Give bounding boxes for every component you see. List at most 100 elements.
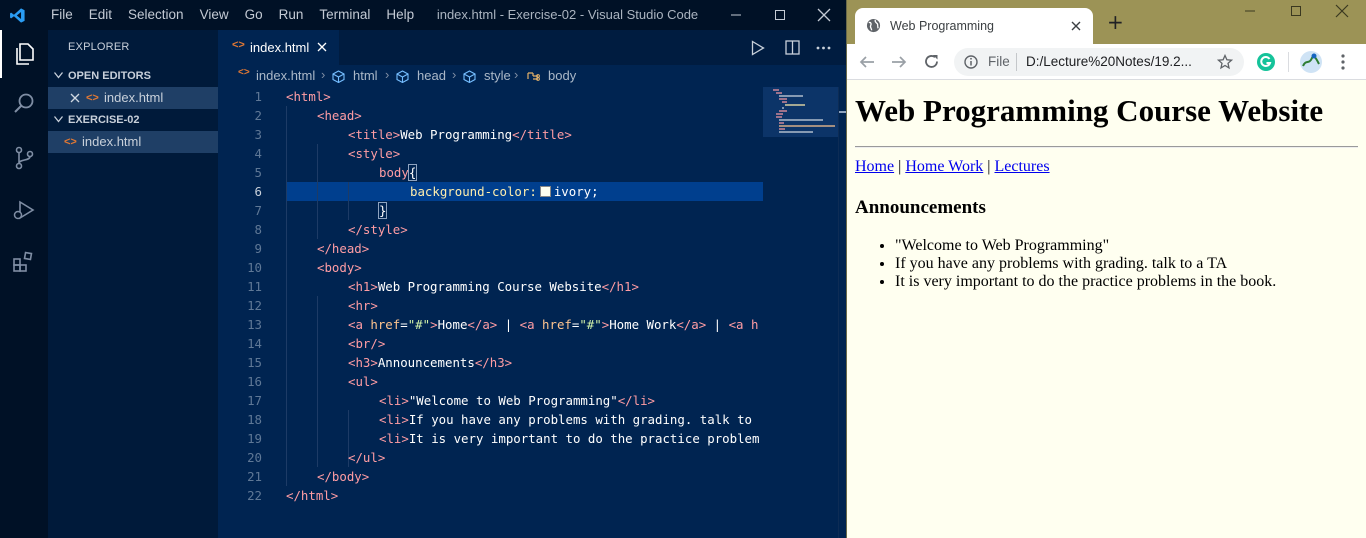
code-token: <li>	[379, 412, 409, 427]
folder-file-item[interactable]: <> index.html	[48, 131, 218, 153]
code-token: If you have any problems with grading. t…	[408, 412, 752, 427]
list-item: It is very important to do the practice …	[895, 273, 1358, 291]
close-window-button[interactable]	[802, 0, 846, 30]
breadcrumb-head[interactable]: head	[417, 68, 446, 83]
menu-file[interactable]: File	[43, 0, 81, 30]
code-token: <a h	[728, 317, 759, 332]
star-icon[interactable]	[1217, 54, 1233, 70]
html-file-icon: <>	[86, 92, 99, 104]
close-icon[interactable]	[1071, 21, 1081, 31]
menu-kebab-icon[interactable]	[1341, 54, 1345, 70]
run-icon[interactable]	[751, 40, 765, 56]
code-token: =	[400, 317, 408, 332]
code-line: <h1>Web Programming Course Website</h1>	[348, 277, 639, 296]
editor-tab[interactable]: <> index.html	[218, 30, 339, 65]
editor-area: <> index.html <> index.html › html › hea…	[218, 30, 846, 538]
code-token: <li>	[379, 431, 409, 446]
back-icon[interactable]	[859, 54, 875, 70]
minimize-button[interactable]	[714, 0, 758, 30]
code-token: <hr>	[348, 298, 378, 313]
explorer-title: EXPLORER	[68, 41, 130, 53]
chevron-down-icon	[54, 72, 63, 79]
grammarly-icon[interactable]	[1256, 52, 1276, 72]
line-number: 20	[247, 450, 262, 465]
browser-toolbar: File D:/Lecture%20Notes/19.2...	[847, 44, 1366, 80]
code-line: <li>"Welcome to Web Programming"</li>	[379, 391, 655, 410]
code-editor[interactable]: 1 2 3 4 5 6 7 8 9 10 11 12 13 14 15 16 1…	[218, 87, 763, 538]
menu-run[interactable]: Run	[271, 0, 312, 30]
minimap[interactable]	[763, 87, 838, 538]
open-editors-label: OPEN EDITORS	[68, 70, 151, 82]
code-token: "Welcome to Web Programming"	[408, 393, 618, 408]
menu-go[interactable]: Go	[237, 0, 271, 30]
line-number: 4	[254, 146, 262, 161]
folder-section[interactable]: EXERCISE-02	[48, 109, 218, 131]
vscode-titlebar: File Edit Selection View Go Run Terminal…	[0, 0, 846, 30]
breadcrumb-style[interactable]: style	[484, 68, 511, 83]
folder-label: EXERCISE-02	[68, 114, 140, 126]
code-token: <style>	[348, 146, 401, 161]
code-token: |	[706, 317, 729, 332]
close-icon	[1335, 4, 1349, 18]
menu-view[interactable]: View	[192, 0, 237, 30]
close-icon[interactable]	[70, 93, 80, 103]
close-window-button[interactable]	[1320, 0, 1364, 26]
breadcrumb-html[interactable]: html	[353, 68, 378, 83]
menu-edit[interactable]: Edit	[81, 0, 120, 30]
menu-selection[interactable]: Selection	[120, 0, 192, 30]
browser-tab[interactable]: Web Programming	[855, 8, 1093, 44]
code-token: </h1>	[601, 279, 639, 294]
html-file-icon: <>	[238, 67, 250, 78]
line-number: 14	[247, 336, 262, 351]
line-number: 9	[254, 241, 262, 256]
maximize-button[interactable]	[758, 0, 802, 30]
line-number: 2	[254, 108, 262, 123]
open-editors-section[interactable]: OPEN EDITORS	[48, 65, 218, 87]
address-bar[interactable]: File D:/Lecture%20Notes/19.2...	[954, 48, 1244, 76]
reload-icon[interactable]	[923, 53, 940, 70]
code-token: </li>	[617, 393, 656, 408]
home-link[interactable]: Home	[855, 158, 894, 175]
breadcrumb-body[interactable]: body	[548, 68, 576, 83]
color-swatch[interactable]	[539, 186, 551, 197]
profile-avatar-icon[interactable]	[1299, 50, 1323, 74]
code-line: <html>	[286, 87, 331, 106]
info-icon[interactable]	[964, 55, 978, 69]
forward-icon[interactable]	[891, 54, 907, 70]
code-token: <body>	[317, 260, 362, 275]
code-token: Web Programming	[400, 127, 513, 142]
maximize-button[interactable]	[1274, 0, 1318, 26]
url-scheme: File	[988, 54, 1010, 69]
tab-label: index.html	[250, 40, 310, 55]
open-editor-item[interactable]: <> index.html	[48, 87, 218, 109]
minimize-button[interactable]	[1228, 0, 1272, 26]
code-token: "#"	[407, 317, 431, 332]
split-editor-icon[interactable]	[785, 40, 800, 55]
new-tab-button[interactable]: +	[1107, 11, 1124, 33]
code-line: </head>	[317, 239, 369, 258]
lectures-link[interactable]: Lectures	[994, 158, 1049, 175]
code-token: background-color:	[410, 184, 537, 199]
extensions-activity[interactable]	[0, 238, 48, 286]
vscode-window: File Edit Selection View Go Run Terminal…	[0, 0, 846, 538]
breadcrumb-file[interactable]: index.html	[256, 68, 315, 83]
chevron-down-icon	[54, 116, 63, 123]
home-work-link[interactable]: Home Work	[905, 158, 983, 175]
browser-tab-title: Web Programming	[890, 19, 994, 33]
close-icon[interactable]	[317, 42, 327, 52]
more-actions-icon[interactable]	[816, 46, 831, 50]
nav-links: Home | Home Work | Lectures	[855, 157, 1358, 177]
run-debug-activity[interactable]	[0, 186, 48, 234]
vscode-logo-icon	[10, 8, 25, 23]
source-control-activity[interactable]	[0, 134, 48, 182]
maximize-icon	[1291, 6, 1301, 16]
code-line: body{	[379, 163, 418, 182]
open-editor-filename: index.html	[104, 90, 164, 105]
code-line: <style>	[348, 144, 400, 163]
scrollbar-marker	[839, 111, 846, 113]
vertical-scrollbar[interactable]	[838, 87, 846, 538]
url-text: D:/Lecture%20Notes/19.2...	[1026, 54, 1192, 69]
explorer-activity[interactable]	[0, 30, 48, 78]
code-line: background-color: ivory;	[410, 182, 599, 201]
search-activity[interactable]	[0, 80, 48, 128]
